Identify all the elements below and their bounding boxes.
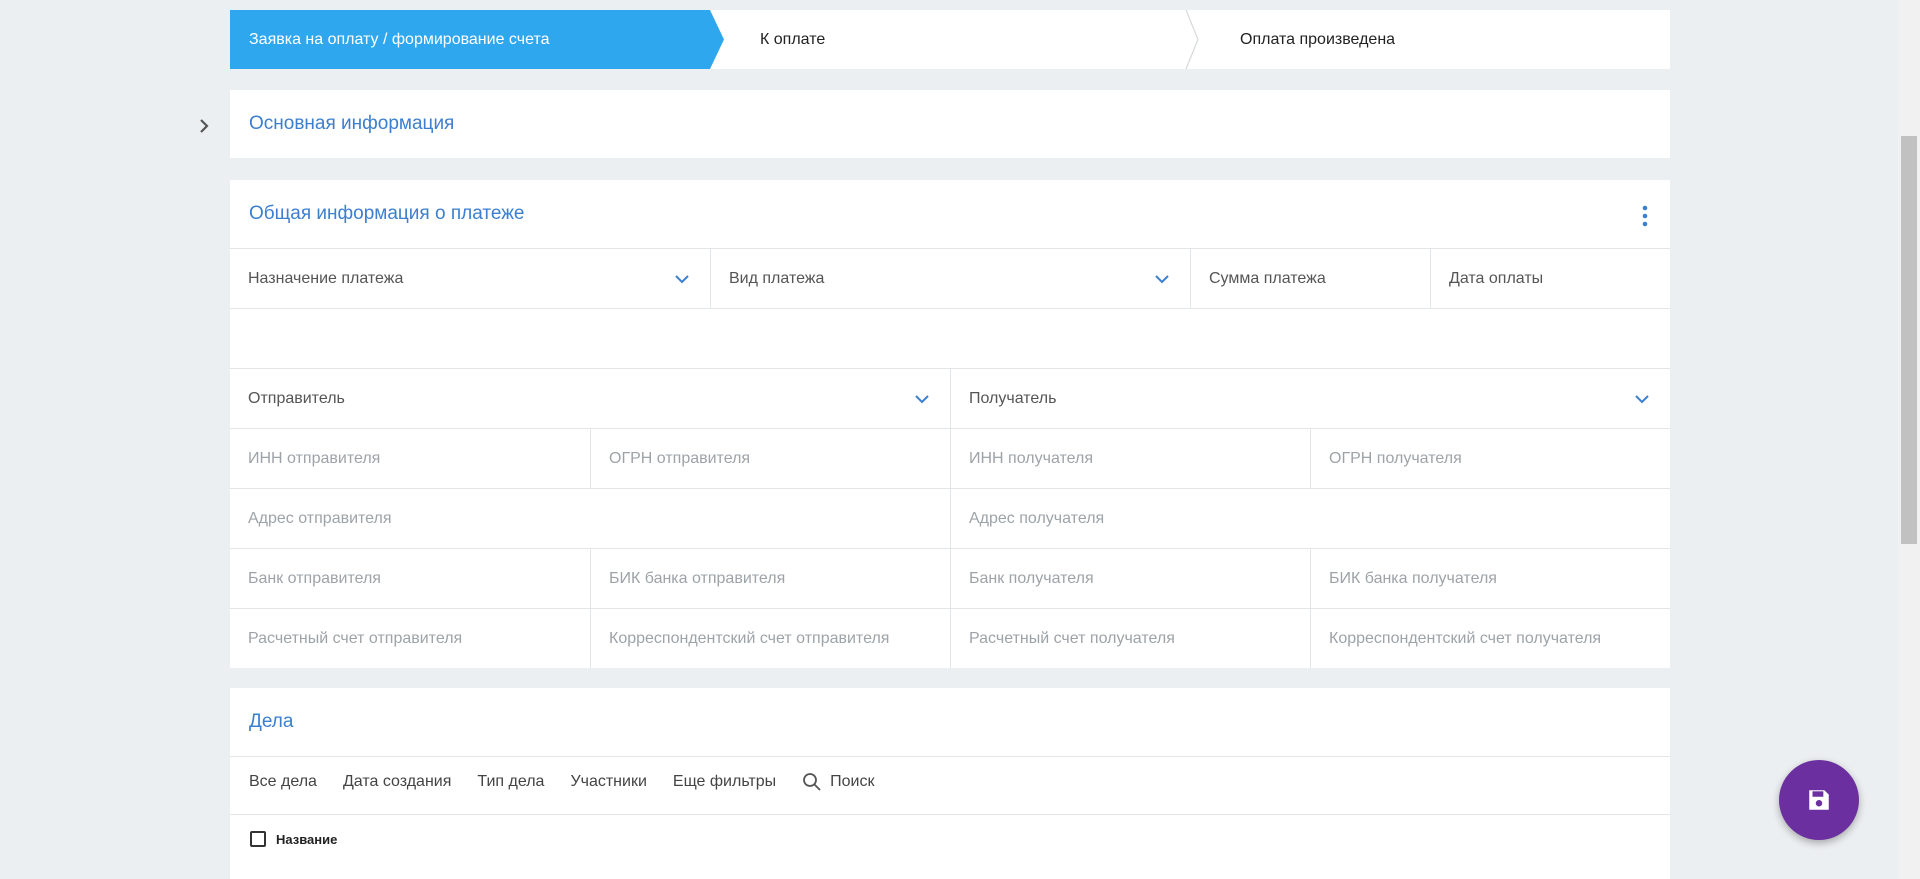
payment-info-panel: Общая информация о платеже Назначение пл…	[230, 180, 1670, 669]
chevron-down-icon	[675, 275, 689, 284]
field-label: Банк получателя	[969, 570, 1094, 587]
step-label: К оплате	[760, 30, 826, 48]
receiver-bank-field[interactable]: Банк получателя	[950, 549, 1310, 609]
field-label: Адрес получателя	[969, 510, 1105, 527]
receiver-inn-field[interactable]: ИНН получателя	[950, 429, 1310, 489]
floppy-disk-icon	[1809, 790, 1829, 810]
sender-corr-account-field[interactable]: Корреспондентский счет отправителя	[590, 609, 950, 669]
chevron-down-icon	[1155, 275, 1169, 284]
column-header-name[interactable]: Название	[276, 832, 337, 847]
field-label: Сумма платежа	[1209, 270, 1326, 287]
field-label: Назначение платежа	[248, 270, 404, 287]
cases-title: Дела	[249, 711, 294, 732]
divider	[230, 756, 1670, 757]
search-label: Поиск	[830, 773, 875, 790]
chevron-down-icon	[1635, 395, 1649, 404]
sender-ogrn-field[interactable]: ОГРН отправителя	[590, 429, 950, 489]
receiver-bik-field[interactable]: БИК банка получателя	[1310, 549, 1670, 609]
registration-row: ИНН отправителя ОГРН отправителя ИНН пол…	[230, 428, 1670, 489]
field-label: Корреспондентский счет отправителя	[609, 630, 890, 647]
search-icon	[803, 773, 821, 791]
select-all-checkbox[interactable]	[250, 831, 266, 847]
step-to-pay[interactable]: К оплате	[730, 10, 1210, 69]
field-label: БИК банка получателя	[1329, 570, 1497, 587]
field-label: БИК банка отправителя	[609, 570, 786, 587]
field-label: Отправитель	[248, 390, 345, 407]
scrollbar-thumb[interactable]	[1901, 136, 1917, 544]
field-label: ИНН отправителя	[248, 450, 381, 467]
basic-info-title: Основная информация	[249, 113, 455, 134]
receiver-corr-account-field[interactable]: Корреспондентский счет получателя	[1310, 609, 1670, 669]
sender-address-field[interactable]: Адрес отправителя	[230, 489, 950, 549]
payment-type-select[interactable]: Вид платежа	[710, 249, 1190, 309]
field-label: Банк отправителя	[248, 570, 381, 587]
field-label: ОГРН получателя	[1329, 450, 1462, 467]
field-label: Получатель	[969, 390, 1057, 407]
cases-panel: Дела Все дела Дата создания Тип дела Уча…	[230, 688, 1670, 879]
sender-select[interactable]: Отправитель	[230, 369, 950, 429]
filter-case-type[interactable]: Тип дела	[477, 773, 544, 791]
save-button[interactable]	[1779, 760, 1859, 840]
field-label: Дата оплаты	[1449, 270, 1544, 287]
step-separator	[1185, 10, 1199, 69]
cases-filter-bar: Все дела Дата создания Тип дела Участник…	[249, 772, 874, 792]
receiver-account-field[interactable]: Расчетный счет получателя	[950, 609, 1310, 669]
field-label: ОГРН отправителя	[609, 450, 751, 467]
table-header: Название	[230, 814, 1670, 863]
kebab-menu-icon[interactable]	[1642, 205, 1648, 227]
filter-created-date[interactable]: Дата создания	[343, 773, 451, 791]
sender-bank-field[interactable]: Банк отправителя	[230, 549, 590, 609]
search-button[interactable]: Поиск	[802, 772, 874, 792]
payment-fields-row: Назначение платежа Вид платежа Сумма пла…	[230, 248, 1670, 309]
step-label: Заявка на оплату / формирование счета	[249, 30, 550, 48]
address-row: Адрес отправителя Адрес получателя	[230, 488, 1670, 549]
payment-purpose-select[interactable]: Назначение платежа	[230, 249, 710, 309]
field-label: Вид платежа	[729, 270, 825, 287]
filter-all-cases[interactable]: Все дела	[249, 773, 317, 791]
sender-account-field[interactable]: Расчетный счет отправителя	[230, 609, 590, 669]
account-row: Расчетный счет отправителя Корреспондент…	[230, 608, 1670, 669]
step-invoice-request[interactable]: Заявка на оплату / формирование счета	[230, 10, 724, 69]
sender-bik-field[interactable]: БИК банка отправителя	[590, 549, 950, 609]
filter-participants[interactable]: Участники	[570, 773, 646, 791]
sender-inn-field[interactable]: ИНН отправителя	[230, 429, 590, 489]
step-label: Оплата произведена	[1240, 30, 1396, 48]
payment-amount-field[interactable]: Сумма платежа	[1190, 249, 1430, 309]
payment-details-field[interactable]	[230, 308, 1670, 369]
receiver-address-field[interactable]: Адрес получателя	[950, 489, 1670, 549]
field-label: Адрес отправителя	[248, 510, 392, 527]
receiver-ogrn-field[interactable]: ОГРН получателя	[1310, 429, 1670, 489]
parties-row: Отправитель Получатель	[230, 368, 1670, 429]
field-label: Корреспондентский счет получателя	[1329, 630, 1602, 647]
payment-date-field[interactable]: Дата оплаты	[1430, 249, 1670, 309]
filter-more[interactable]: Еще фильтры	[673, 773, 776, 791]
payment-info-title: Общая информация о платеже	[249, 203, 525, 224]
step-paid[interactable]: Оплата произведена	[1210, 10, 1670, 69]
field-label: Расчетный счет получателя	[969, 630, 1175, 647]
status-stepper: Заявка на оплату / формирование счета К …	[230, 10, 1670, 69]
basic-info-panel[interactable]: Основная информация	[230, 90, 1670, 158]
page-scrollbar[interactable]	[1898, 0, 1920, 879]
chevron-right-icon[interactable]	[192, 114, 216, 138]
chevron-down-icon	[915, 395, 929, 404]
field-label: ИНН получателя	[969, 450, 1093, 467]
field-label: Расчетный счет отправителя	[248, 630, 463, 647]
bank-row: Банк отправителя БИК банка отправителя Б…	[230, 548, 1670, 609]
receiver-select[interactable]: Получатель	[950, 369, 1670, 429]
